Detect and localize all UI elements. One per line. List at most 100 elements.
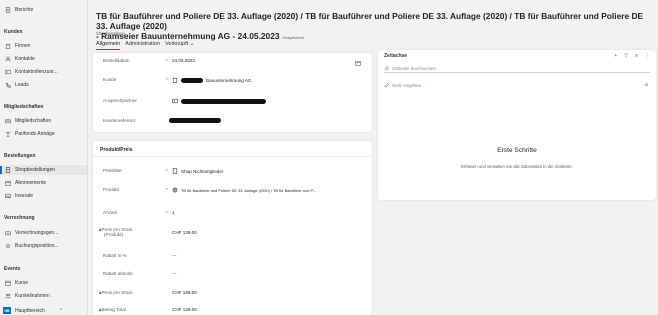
field-bestelldatum[interactable]: Bestelldatum * 24.05.2023 (93, 56, 372, 66)
sidebar-item-kurse[interactable]: Kurse (4, 278, 28, 288)
phone-icon (4, 82, 11, 89)
gear-icon (4, 243, 11, 250)
calendar-icon (4, 280, 11, 287)
search-placeholder: Zeitleiste durchsuchen (392, 65, 436, 71)
list-icon[interactable]: ≡ (635, 53, 638, 59)
more-icon[interactable]: ⋮ (645, 53, 650, 59)
field-label: Rabatt absolut (103, 271, 133, 276)
person-icon (4, 56, 11, 63)
sidebar-item-mitgliedschaften[interactable]: Mitgliedschaften (4, 116, 51, 126)
section-title: Produkt/Preis (100, 147, 133, 153)
general-section: Bestelldatum * 24.05.2023 Kunde * Bauunt… (93, 53, 372, 132)
sidebar-item-berichte[interactable]: Berichte (4, 5, 33, 15)
area-switcher[interactable]: HB Hauptbereich ⌃ (0, 306, 87, 315)
preis-stueck-produkt-value[interactable]: CHF 139.00 (172, 230, 197, 235)
sidebar-item-kursteilnahmen[interactable]: Kursteilnahmen (4, 291, 50, 301)
field-kundenreferenz[interactable]: Kundenreferenz (93, 116, 372, 126)
building-icon (172, 77, 178, 83)
field-label: Kunde (103, 77, 117, 82)
required-marker: * (166, 58, 168, 63)
sidebar-item-label: Shopbestellungen (15, 167, 56, 173)
produkt-preis-section: Produkt/Preis Preisliste * Shop Nichtmit… (93, 141, 372, 315)
nav-group-mitgliedschaften: Mitgliedschaften (4, 104, 44, 110)
preisliste-name: Shop Nichtmitglieder (181, 168, 224, 174)
sidebar-item-kontaktrollen[interactable]: Kontaktrollenzuor... (4, 67, 58, 77)
sidebar-item-label: Leads (15, 82, 29, 88)
sidebar-item-inserate[interactable]: Inserate (4, 191, 33, 201)
sidebar-item-leads[interactable]: Leads (4, 80, 29, 90)
contact-icon (172, 98, 178, 104)
pencil-icon (384, 83, 389, 88)
kunde-value[interactable]: Bauunternehmung AG (172, 77, 251, 83)
redacted-text (181, 77, 203, 83)
note-placeholder: Notiz eingeben... (392, 83, 425, 88)
timeline-search-input[interactable]: Zeitleiste durchsuchen (384, 64, 650, 73)
field-produkt[interactable]: Produkt * TB für Bauführer und Poliere D… (93, 185, 372, 195)
field-preisliste[interactable]: Preisliste * Shop Nichtmitglieder (93, 166, 372, 176)
empty-state-description: Erfassen und verwalten Sie alle Datensät… (461, 164, 573, 169)
nav-group-kunden: Kunden (4, 29, 23, 35)
field-label: 🔒︎Preis pro Stück (Produkt) (99, 227, 133, 237)
calendar-icon (4, 180, 11, 187)
rabatt-absolut-value[interactable]: --- (172, 271, 177, 276)
sidebar-item-label: Berichte (15, 7, 34, 13)
entity-name: Shopbestellung (96, 31, 125, 36)
field-label: Kundenreferenz (103, 118, 136, 123)
produkt-value[interactable]: TB für Bauführer und Poliere DE 33. Aufl… (172, 187, 316, 193)
note-input[interactable]: Notiz eingeben... ⌀ (384, 81, 650, 90)
calendar-icon[interactable] (355, 60, 361, 66)
kundenreferenz-value[interactable] (169, 118, 221, 123)
sidebar-item-label: Kontaktrollenzuor... (15, 69, 58, 75)
tab-allgemein[interactable]: Allgemein (96, 41, 121, 50)
sidebar-item-verrechnungen[interactable]: Verrechnungsgen... (4, 228, 58, 238)
field-rabatt-absolut[interactable]: Rabatt absolut --- (93, 269, 372, 279)
rabatt-prozent-value[interactable]: --- (172, 253, 177, 258)
ansprechpartner-value[interactable] (172, 98, 266, 104)
redacted-text (169, 118, 221, 123)
field-kunde[interactable]: Kunde * Bauunternehmung AG (93, 75, 372, 85)
sidebar-item-label: Kontakte (15, 56, 35, 62)
bestelldatum-value[interactable]: 24.05.2023 (172, 58, 195, 63)
empty-state-title: Erste Schritte (497, 147, 537, 154)
product-cube-icon (172, 187, 178, 193)
required-marker: * (166, 210, 168, 215)
area-label: Hauptbereich (15, 307, 45, 314)
area-badge: HB (3, 307, 11, 314)
preis-stueck-value[interactable]: CHF 139.00 (172, 290, 197, 295)
field-preis-stueck-produkt[interactable]: 🔒︎Preis pro Stück (Produkt) CHF 139.00 (93, 225, 372, 239)
field-anzahl[interactable]: Anzahl * 1 (93, 208, 372, 218)
saved-status: Gespeichert (282, 35, 305, 40)
field-preis-stueck[interactable]: 🔒︎Preis pro Stück CHF 139.00 (93, 288, 372, 298)
sidebar-item-anfragen[interactable]: Parifonds Anträge (4, 129, 55, 139)
field-rabatt-prozent[interactable]: Rabatt in % --- (93, 251, 372, 261)
search-icon (384, 66, 389, 71)
nav-group-events: Events (4, 266, 21, 272)
required-marker: * (166, 168, 168, 173)
field-label-line2: (Produkt) (104, 232, 123, 237)
nav-group-bestellungen: Bestellungen (4, 153, 36, 159)
sidebar-item-shopbestellungen[interactable]: Shopbestellungen (0, 165, 87, 175)
sidebar-item-buchungspositionen[interactable]: Buchungsposition... (4, 241, 59, 251)
attachment-icon[interactable]: ⌀ (645, 82, 648, 88)
sidebar-item-abonnemente[interactable]: Abonnemente (4, 178, 46, 188)
betrag-total-value[interactable]: CHF 139.00 (172, 307, 197, 312)
sidebar-item-firmen[interactable]: Firmen (4, 41, 31, 51)
record-header: TB für Bauführer und Poliere DE 33. Aufl… (96, 11, 654, 43)
required-marker: * (166, 77, 168, 82)
timeline-title: Zeitachse (384, 53, 408, 59)
filter-icon[interactable]: ▽ (624, 53, 628, 59)
sidebar-item-label: Buchungsposition... (15, 243, 59, 249)
required-marker: * (166, 187, 168, 192)
field-label: Produkt (103, 187, 119, 192)
report-icon (4, 7, 11, 14)
preisliste-value[interactable]: Shop Nichtmitglieder (172, 168, 223, 174)
sidebar-item-label: Parifonds Anträge (15, 131, 55, 137)
field-betrag-total[interactable]: 🔒︎Betrag Total CHF 139.00 (93, 305, 372, 315)
anzahl-value[interactable]: 1 (172, 210, 175, 215)
tab-administration[interactable]: Administration (125, 41, 160, 50)
sidebar-item-kontakte[interactable]: Kontakte (4, 54, 35, 64)
field-ansprechpartner[interactable]: Ansprechpartner (93, 96, 372, 106)
tab-verknuepft[interactable]: Verknüpft ⌄ (165, 41, 194, 50)
add-icon[interactable]: + (614, 53, 617, 59)
billing-icon (4, 230, 11, 237)
